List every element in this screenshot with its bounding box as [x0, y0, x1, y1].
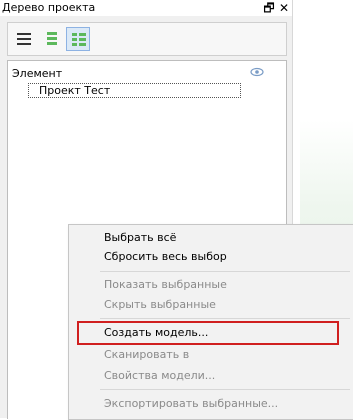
eye-icon[interactable]: [250, 67, 264, 77]
tree-view-icon: [72, 33, 86, 46]
menu-separator: [100, 318, 350, 319]
green-list-view-button[interactable]: [40, 27, 64, 51]
menu-item-show-selected[interactable]: Показать выбранные: [104, 275, 227, 295]
list-lines-icon: [17, 33, 31, 45]
panel-title: Дерево проекта: [2, 1, 96, 14]
menu-item-clear-selection[interactable]: Сбросить весь выбор: [104, 247, 227, 267]
restore-icon[interactable]: 🗗: [262, 0, 276, 16]
tree-view-button[interactable]: [66, 27, 90, 51]
panel-titlebar: Дерево проекта 🗗 ✕: [0, 0, 292, 16]
highlight-box: [77, 321, 339, 345]
close-icon[interactable]: ✕: [277, 0, 291, 16]
menu-separator: [100, 389, 350, 390]
menu-item-select-all[interactable]: Выбрать всё: [104, 228, 176, 248]
menu-item-model-properties[interactable]: Свойства модели...: [104, 366, 215, 386]
menu-item-hide-selected[interactable]: Скрыть выбранные: [104, 295, 216, 315]
menu-item-export-selected[interactable]: Экспортировать выбранные...: [104, 394, 278, 414]
tree-item-project[interactable]: Проект Тест: [28, 83, 241, 98]
menu-item-scan-to[interactable]: Сканировать в: [104, 345, 189, 365]
context-menu: Выбрать всё Сбросить весь выбор Показать…: [68, 224, 353, 420]
green-list-icon: [47, 32, 57, 45]
menu-separator: [100, 271, 350, 272]
tree-toolbar: [7, 22, 287, 56]
list-view-button[interactable]: [12, 27, 36, 51]
column-header-element: Элемент: [12, 67, 63, 80]
